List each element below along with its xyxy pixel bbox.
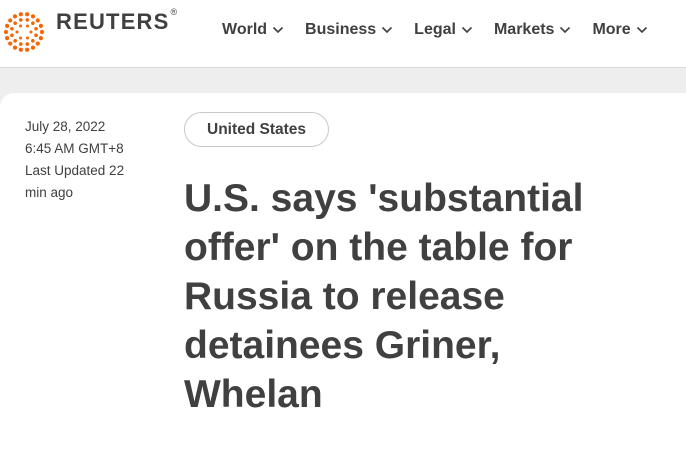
logo-dot (34, 33, 38, 38)
chevron-down-icon (382, 26, 393, 34)
logo-text: REUTERS (56, 9, 170, 34)
logo-dot (8, 41, 13, 46)
article-card: July 28, 2022 6:45 AM GMT+8 Last Updated… (0, 93, 686, 453)
logo-dot (8, 18, 13, 23)
logo-dot (34, 26, 38, 31)
reuters-logo-dots-icon (3, 12, 45, 52)
registered-mark: ® (170, 7, 178, 17)
logo-dot (25, 12, 30, 17)
logo-dot (10, 26, 14, 31)
logo-dot (31, 21, 35, 25)
reuters-wordmark[interactable]: REUTERS® (56, 7, 178, 35)
reuters-logo[interactable] (0, 10, 50, 54)
section-tag-button[interactable]: United States (184, 112, 330, 147)
headline-line: U.S. says 'substantial (184, 177, 584, 220)
nav-item-label: Markets (493, 21, 555, 38)
logo-dot (39, 29, 45, 35)
nav-item-label: More (592, 21, 631, 38)
logo-dot (25, 18, 30, 22)
logo-dot (25, 47, 30, 52)
logo-dot (19, 36, 22, 40)
logo-dot (18, 47, 23, 52)
nav-item-label: World (222, 21, 268, 38)
last-updated-suffix: min ago (25, 185, 74, 200)
logo-dot (18, 42, 23, 46)
nav-item-legal[interactable]: Legal (414, 21, 473, 39)
logo-dot (35, 18, 40, 23)
article-meta: July 28, 2022 6:45 AM GMT+8 Last Updated… (25, 116, 155, 204)
logo-dot (13, 21, 17, 25)
logo-dot (18, 18, 23, 22)
logo-dot (3, 29, 9, 35)
site-header: REUTERS® World Business Legal Markets Mo… (0, 0, 686, 68)
chevron-down-icon (636, 26, 647, 34)
logo-dot (30, 14, 36, 19)
logo-dot (38, 36, 44, 41)
logo-dot (19, 24, 22, 28)
logo-dot (12, 14, 18, 19)
logo-dot (18, 12, 23, 17)
article-time: 6:45 AM GMT+8 (25, 141, 124, 156)
logo-dot (30, 45, 36, 50)
logo-dot (35, 41, 40, 46)
nav-item-more[interactable]: More (592, 21, 647, 39)
chevron-down-icon (560, 26, 571, 34)
headline-line: Russia to release (184, 275, 505, 318)
logo-dot (26, 36, 29, 40)
article-headline: U.S. says 'substantial offer' on the tab… (184, 174, 674, 419)
headline-line: detainees Griner, (184, 324, 501, 367)
logo-dot (4, 36, 10, 41)
nav-item-business[interactable]: Business (305, 21, 393, 39)
logo-dot (38, 23, 44, 28)
section-tag-label: United States (207, 120, 307, 138)
last-updated: Last Updated 22 (25, 163, 125, 178)
logo-dot (13, 39, 17, 43)
logo-dot (25, 42, 30, 46)
nav-item-label: Business (305, 21, 377, 38)
article-date: July 28, 2022 (25, 119, 106, 134)
logo-dot (10, 33, 14, 38)
logo-dot (12, 45, 18, 50)
logo-dot (31, 39, 35, 43)
logo-dot (15, 30, 19, 34)
logo-dot (26, 24, 29, 28)
chevron-down-icon (272, 26, 284, 34)
headline-line: offer' on the table for (184, 226, 573, 269)
headline-line: Whelan (184, 373, 323, 416)
nav-item-markets[interactable]: Markets (494, 21, 571, 39)
nav-item-label: Legal (414, 21, 456, 38)
logo-dot (29, 30, 33, 34)
logo-dot (4, 23, 10, 28)
chevron-down-icon (461, 26, 473, 34)
nav-item-world[interactable]: World (222, 21, 284, 39)
main-nav: World Business Legal Markets More (222, 21, 648, 39)
